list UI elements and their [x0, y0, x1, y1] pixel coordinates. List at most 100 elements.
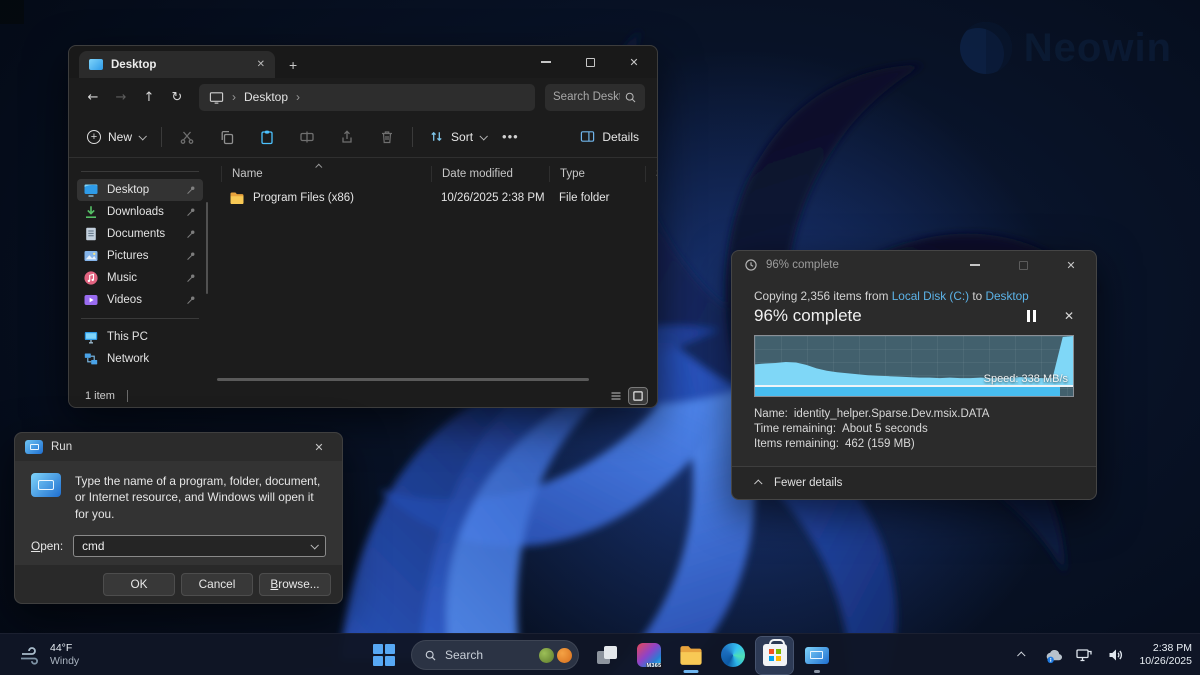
m365-badge: M365 — [646, 663, 663, 669]
pin-icon — [185, 250, 197, 262]
sidebar-item-this-pc[interactable]: This PC — [77, 326, 203, 348]
open-combobox[interactable] — [73, 535, 326, 557]
column-header-size[interactable]: Size — [645, 166, 657, 182]
weather-widget[interactable]: 44°F Windy — [12, 634, 85, 675]
delete-button[interactable] — [372, 123, 402, 151]
breadcrumb-item[interactable]: Desktop — [244, 90, 288, 104]
back-button[interactable]: ← — [81, 85, 105, 109]
cancel-copy-button[interactable]: ✕ — [1064, 309, 1074, 323]
neowin-logo-icon — [960, 22, 1012, 74]
sidebar-item-label: Desktop — [107, 184, 177, 196]
network-icon[interactable] — [1073, 644, 1095, 666]
file-rows: Program Files (x86)10/26/2025 2:38 PMFil… — [221, 186, 657, 210]
minimize-button[interactable] — [962, 253, 988, 277]
column-header-date-modified[interactable]: Date modified — [431, 166, 549, 182]
task-view-button[interactable] — [588, 637, 625, 674]
chevron-down-icon[interactable] — [310, 541, 318, 549]
start-button[interactable] — [365, 637, 402, 674]
up-button[interactable]: ↑ — [137, 85, 161, 109]
m365-copilot-button[interactable]: M365 — [630, 637, 667, 674]
sidebar-item-label: Documents — [107, 228, 177, 240]
open-label: Open: — [31, 539, 63, 553]
fewer-details-button[interactable]: Fewer details — [732, 466, 1096, 499]
music-icon — [83, 270, 99, 286]
horizontal-scrollbar[interactable] — [217, 378, 589, 381]
file-name-value: identity_helper.Sparse.Dev.msix.DATA — [794, 407, 990, 422]
refresh-button[interactable]: ↻ — [165, 85, 189, 109]
volume-icon[interactable] — [1104, 644, 1126, 666]
browse-button[interactable]: Browse... — [259, 573, 331, 596]
taskbar: 44°F Windy Search M365 — [0, 633, 1200, 675]
close-button[interactable]: ✕ — [1058, 253, 1084, 277]
new-tab-button[interactable]: + — [289, 57, 297, 73]
tab-desktop[interactable]: Desktop ✕ — [79, 51, 275, 78]
new-button[interactable]: + New — [81, 126, 151, 148]
file-list-area: Name Date modified Type Size Program Fil… — [209, 158, 657, 385]
this-pc-icon — [83, 329, 99, 345]
paste-button[interactable] — [252, 123, 282, 151]
maximize-button[interactable] — [577, 50, 603, 74]
search-input[interactable] — [553, 91, 620, 103]
chevron-right-icon: › — [296, 90, 300, 104]
source-link[interactable]: Local Disk (C:) — [892, 289, 969, 303]
weather-condition: Windy — [50, 655, 79, 668]
edge-button[interactable] — [714, 637, 751, 674]
run-dialog-title-bar[interactable]: Run ✕ — [15, 433, 342, 461]
sidebar-item-documents[interactable]: Documents — [77, 223, 203, 245]
onedrive-icon[interactable] — [1042, 644, 1064, 666]
file-explorer-button[interactable] — [672, 637, 709, 674]
edge-icon — [721, 643, 745, 667]
ok-button[interactable]: OK — [103, 573, 175, 596]
videos-icon — [83, 292, 99, 308]
explorer-toolbar: + New Sort ••• Details — [69, 116, 657, 158]
items-remaining-label: Items remaining: — [754, 437, 839, 452]
close-button[interactable]: ✕ — [621, 50, 647, 74]
sidebar-item-music[interactable]: Music — [77, 267, 203, 289]
cancel-button[interactable]: Cancel — [181, 573, 253, 596]
table-row[interactable]: Program Files (x86)10/26/2025 2:38 PMFil… — [221, 186, 657, 210]
run-dialog: Run ✕ Type the name of a program, folder… — [14, 432, 343, 604]
run-taskbar-button[interactable] — [798, 637, 835, 674]
copy-progress-fill — [755, 387, 1060, 396]
plus-icon: + — [87, 130, 101, 144]
open-input[interactable] — [82, 539, 311, 553]
pause-button[interactable] — [1027, 310, 1036, 322]
cut-button[interactable] — [172, 123, 202, 151]
sidebar-scrollbar[interactable] — [206, 202, 208, 294]
pin-icon — [185, 294, 197, 306]
rename-button[interactable] — [292, 123, 322, 151]
store-icon — [763, 644, 787, 666]
sort-button[interactable]: Sort — [423, 125, 492, 148]
folder-icon — [229, 190, 245, 206]
large-icons-view-button[interactable] — [629, 388, 647, 404]
breadcrumb[interactable]: › Desktop › — [199, 84, 535, 111]
search-box[interactable] — [545, 84, 645, 111]
column-header-type[interactable]: Type — [549, 166, 645, 182]
sidebar-item-videos[interactable]: Videos — [77, 289, 203, 311]
details-view-button[interactable] — [607, 388, 625, 404]
sidebar-item-desktop[interactable]: Desktop — [77, 179, 203, 201]
destination-link[interactable]: Desktop — [985, 289, 1028, 303]
maximize-button[interactable] — [1010, 253, 1036, 277]
copy-button[interactable] — [212, 123, 242, 151]
more-options-button[interactable]: ••• — [502, 129, 519, 144]
taskbar-clock[interactable]: 2:38 PM 10/26/2025 — [1135, 642, 1192, 668]
sidebar-item-downloads[interactable]: Downloads — [77, 201, 203, 223]
details-pane-button[interactable]: Details — [574, 125, 645, 148]
windows-logo-icon — [373, 644, 395, 666]
sidebar-item-pictures[interactable]: Pictures — [77, 245, 203, 267]
taskbar-search[interactable]: Search — [411, 640, 579, 670]
desktop-screen: Neowin Desktop ✕ + ✕ ← → ↑ ↻ › De — [0, 0, 1200, 675]
forward-button[interactable]: → — [109, 85, 133, 109]
microsoft-store-button[interactable] — [756, 637, 793, 674]
desktop-tab-icon — [89, 59, 103, 70]
sidebar-item-network[interactable]: Network — [77, 348, 203, 370]
close-button[interactable]: ✕ — [306, 435, 332, 459]
tray-overflow-button[interactable] — [1011, 644, 1033, 666]
share-button[interactable] — [332, 123, 362, 151]
copy-progress-dialog: 96% complete ✕ Copying 2,356 items from … — [731, 250, 1097, 500]
copy-dialog-title-bar[interactable]: 96% complete ✕ — [732, 251, 1096, 279]
tab-close-icon[interactable]: ✕ — [257, 59, 265, 70]
minimize-button[interactable] — [533, 50, 559, 74]
column-header-name[interactable]: Name — [221, 166, 431, 182]
